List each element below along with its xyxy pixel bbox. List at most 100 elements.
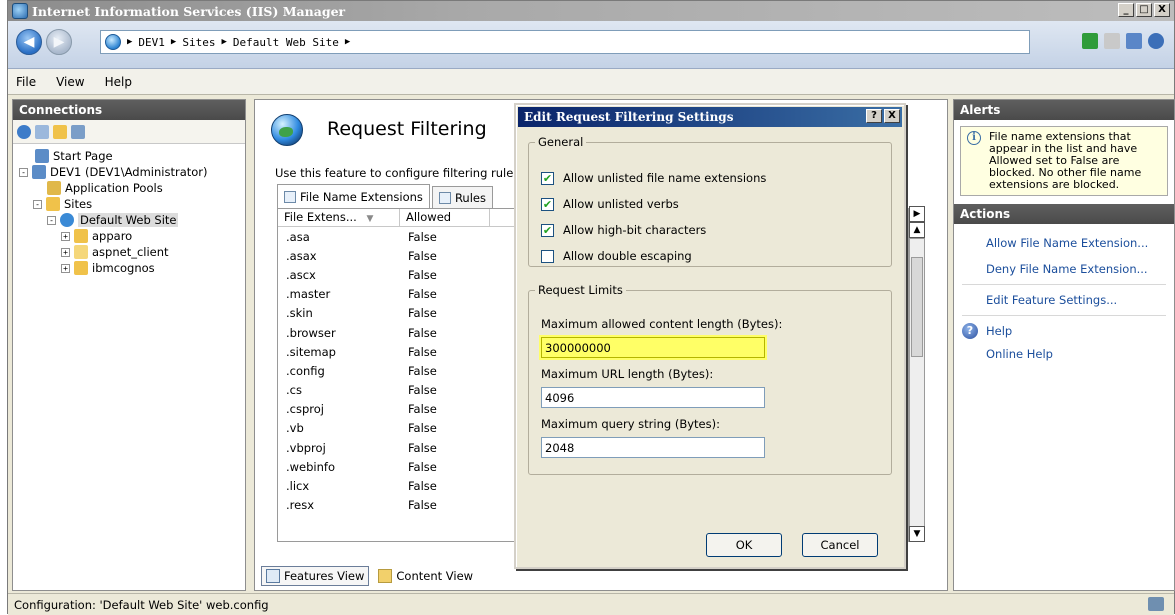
start-page-icon	[35, 149, 49, 163]
chevron-right-icon[interactable]: ▶	[127, 37, 132, 47]
tree-item-start-page[interactable]: Start Page	[13, 148, 245, 164]
max-url-length-input[interactable]	[541, 387, 765, 408]
action-divider	[962, 284, 1166, 285]
menu-help[interactable]: Help	[105, 75, 132, 89]
alert-message: i File name extensions that appear in th…	[960, 126, 1168, 196]
collapse-icon[interactable]: -	[47, 215, 56, 225]
expand-icon[interactable]: +	[61, 263, 70, 273]
help-icon: ?	[962, 323, 978, 339]
tab-label: File Name Extensions	[300, 189, 423, 204]
forward-button[interactable]: ▶	[46, 29, 72, 55]
breadcrumb-item-site[interactable]: Default Web Site	[233, 36, 339, 49]
tab-rules[interactable]: Rules	[431, 186, 493, 208]
column-header-allowed[interactable]: Allowed	[400, 209, 490, 226]
tree-item-label: apparo	[92, 229, 133, 243]
option-unlisted-extensions[interactable]: ✔ Allow unlisted file name extensions	[541, 171, 766, 185]
menu-view[interactable]: View	[56, 75, 84, 89]
checkbox-unlisted-verbs[interactable]: ✔	[541, 197, 554, 211]
request-limits-legend: Request Limits	[538, 283, 623, 297]
connect-icon[interactable]	[17, 124, 31, 139]
chevron-right-icon[interactable]: ▶	[345, 37, 350, 47]
tab-file-name-extensions[interactable]: File Name Extensions	[277, 184, 430, 208]
help-icon[interactable]	[1148, 33, 1164, 49]
list-scrollbar[interactable]	[909, 238, 925, 542]
collapse-icon[interactable]: -	[19, 167, 28, 177]
tree-item-aspnet-client[interactable]: + aspnet_client	[13, 244, 245, 260]
option-high-bit[interactable]: ✔ Allow high-bit characters	[541, 223, 706, 237]
tree-item-sites[interactable]: - Sites	[13, 196, 245, 212]
chevron-right-icon[interactable]: ▶	[171, 37, 176, 47]
window-titlebar[interactable]: Internet Information Services (IIS) Mana…	[8, 1, 1174, 21]
maximize-button[interactable]: □	[1136, 3, 1152, 17]
option-label: Allow high-bit characters	[563, 223, 707, 237]
cell-allowed: False	[408, 383, 437, 398]
tree-item-label: Default Web Site	[78, 213, 179, 227]
expand-icon[interactable]: +	[61, 247, 70, 257]
cancel-button[interactable]: Cancel	[802, 533, 878, 557]
dialog-close-button[interactable]: X	[884, 109, 900, 123]
network-icon	[1148, 597, 1164, 611]
cell-allowed: False	[408, 363, 437, 378]
cell-extension: .master	[286, 287, 331, 302]
checkbox-unlisted-extensions[interactable]: ✔	[541, 171, 554, 185]
home-icon[interactable]	[1126, 33, 1142, 49]
folder-icon[interactable]	[53, 124, 67, 139]
cell-extension: .webinfo	[286, 459, 336, 474]
back-button[interactable]: ◀	[16, 29, 42, 55]
tree-item-app-pools[interactable]: Application Pools	[13, 180, 245, 196]
max-query-string-input[interactable]	[541, 437, 765, 458]
connections-tree: Start Page - DEV1 (DEV1\Administrator) A…	[13, 144, 245, 276]
column-header-extension[interactable]: File Extens... ▼	[278, 209, 400, 226]
save-icon[interactable]	[35, 124, 49, 139]
option-double-escaping[interactable]: Allow double escaping	[541, 249, 692, 263]
cell-allowed: False	[408, 248, 437, 263]
max-query-string-label: Maximum query string (Bytes):	[541, 417, 720, 431]
edit-feature-settings-link[interactable]: Edit Feature Settings...	[954, 287, 1174, 313]
breadcrumb-item-sites[interactable]: Sites	[182, 36, 215, 49]
deny-extension-link[interactable]: Deny File Name Extension...	[954, 256, 1174, 282]
scroll-up-icon[interactable]: ▲	[909, 222, 925, 238]
expand-icon[interactable]: +	[61, 231, 70, 241]
features-view-button[interactable]: Features View	[261, 566, 370, 586]
option-unlisted-verbs[interactable]: ✔ Allow unlisted verbs	[541, 197, 679, 211]
cell-extension: .config	[286, 363, 325, 378]
checkbox-high-bit[interactable]: ✔	[541, 223, 554, 237]
refresh-icon[interactable]	[1082, 33, 1098, 49]
dialog-titlebar[interactable]: Edit Request Filtering Settings ? X	[518, 107, 902, 127]
cell-allowed: False	[408, 459, 437, 474]
tree-item-server[interactable]: - DEV1 (DEV1\Administrator)	[13, 164, 245, 180]
breadcrumb[interactable]: ▶ DEV1 ▶ Sites ▶ Default Web Site ▶	[100, 30, 1030, 54]
scroll-thumb[interactable]	[911, 257, 923, 357]
chevron-right-icon[interactable]: ▶	[221, 37, 226, 47]
app-folder-icon	[74, 229, 88, 243]
stop-icon[interactable]	[1104, 33, 1120, 49]
general-legend: General	[538, 135, 584, 149]
tree-item-default-web-site[interactable]: - Default Web Site	[13, 212, 245, 228]
actions-pane: Alerts i File name extensions that appea…	[953, 99, 1175, 591]
alert-text: File name extensions that appear in the …	[989, 130, 1142, 191]
allow-extension-link[interactable]: Allow File Name Extension...	[954, 230, 1174, 256]
cell-extension: .vbproj	[286, 440, 326, 455]
checkbox-double-escaping[interactable]	[541, 249, 554, 263]
request-limits-group: Request Limits Maximum allowed content l…	[528, 283, 892, 475]
menu-file[interactable]: File	[16, 75, 36, 89]
tab-scroll-right-icon[interactable]: ▶	[909, 206, 925, 222]
tree-item-ibmcognos[interactable]: + ibmcognos	[13, 260, 245, 276]
breadcrumb-item-server[interactable]: DEV1	[138, 36, 165, 49]
online-help-link[interactable]: Online Help	[954, 344, 1174, 364]
info-icon: i	[967, 131, 981, 145]
max-url-length-label: Maximum URL length (Bytes):	[541, 367, 714, 381]
tree-item-apparo[interactable]: + apparo	[13, 228, 245, 244]
collapse-icon[interactable]: -	[33, 199, 42, 209]
content-view-button[interactable]: Content View	[373, 566, 478, 586]
ok-button[interactable]: OK	[706, 533, 782, 557]
cell-allowed: False	[408, 402, 437, 417]
dialog-help-button[interactable]: ?	[866, 109, 882, 123]
close-button[interactable]: X	[1154, 3, 1170, 17]
help-link[interactable]: ? Help	[954, 318, 1174, 344]
view-switch: Features View Content View	[261, 566, 478, 586]
scroll-down-icon[interactable]: ▼	[909, 526, 925, 542]
minimize-button[interactable]: _	[1118, 3, 1134, 17]
disconnect-icon[interactable]	[71, 124, 85, 139]
max-content-length-input[interactable]	[541, 337, 765, 358]
